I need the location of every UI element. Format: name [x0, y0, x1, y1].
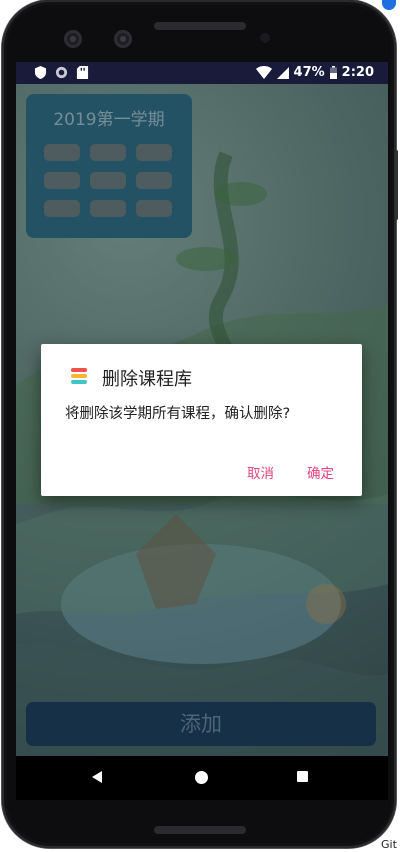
bottom-speaker — [154, 826, 246, 834]
sd-card-icon — [76, 66, 89, 79]
screen: 47% 2:20 2019第一学期 添加 删除课程库 将删除该学期所有课程，确认… — [16, 62, 388, 800]
back-icon[interactable] — [92, 771, 102, 783]
home-icon[interactable] — [195, 771, 208, 784]
front-camera-icon — [64, 30, 82, 48]
delete-dialog: 删除课程库 将删除该学期所有课程，确认删除? 取消 确定 — [41, 344, 362, 496]
battery-percent: 47% — [293, 65, 325, 80]
corner-text: Git — [381, 838, 397, 851]
proximity-sensor — [260, 33, 270, 43]
wifi-icon — [255, 66, 272, 79]
corner-badge — [382, 0, 396, 10]
earpiece-speaker — [154, 22, 246, 30]
icon-bar-teal — [71, 380, 87, 384]
course-library-icon — [71, 368, 87, 386]
dialog-title: 删除课程库 — [102, 369, 192, 390]
shield-icon — [34, 66, 47, 79]
icon-bar-yellow — [71, 374, 87, 378]
phone-side-button — [395, 150, 398, 220]
signal-icon — [276, 66, 289, 79]
navigation-bar — [16, 756, 388, 800]
dialog-message: 将删除该学期所有课程，确认删除? — [65, 406, 291, 422]
recent-apps-icon[interactable] — [297, 771, 308, 782]
phone-frame: 47% 2:20 2019第一学期 添加 删除课程库 将删除该学期所有课程，确认… — [2, 0, 398, 848]
battery-icon — [329, 66, 337, 79]
cancel-button[interactable]: 取消 — [247, 462, 274, 482]
confirm-button[interactable]: 确定 — [307, 462, 334, 482]
front-sensor-icon — [114, 30, 132, 48]
status-bar: 47% 2:20 — [16, 62, 388, 84]
clock-time: 2:20 — [341, 65, 374, 80]
icon-bar-red — [71, 368, 87, 372]
sync-circle-icon — [55, 66, 68, 79]
